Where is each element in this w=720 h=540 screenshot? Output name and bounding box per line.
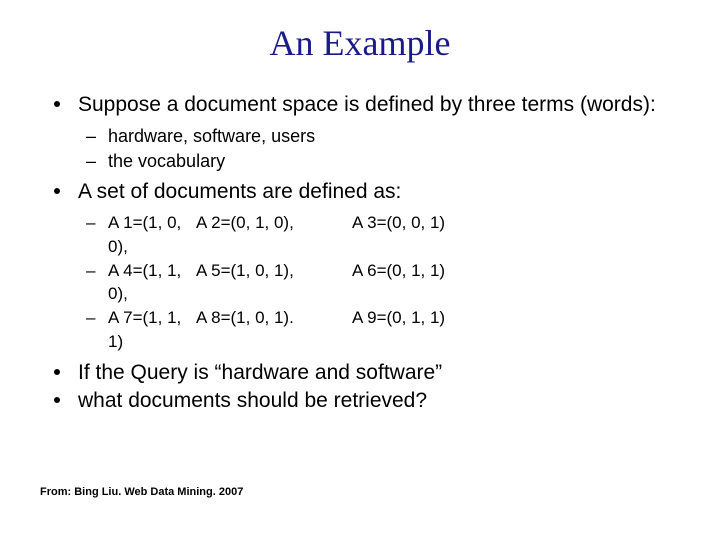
sub-1-1: – hardware, software, users [40, 124, 680, 148]
doc-cell-r1c2: A 2=(0, 1, 0), [196, 211, 346, 259]
bullet-icon [54, 188, 60, 194]
sub-1-1-text: hardware, software, users [108, 126, 315, 146]
sub-1-2-text: the vocabulary [108, 151, 225, 171]
dash-icon: – [86, 124, 96, 148]
bullet-2-text: A set of documents are defined as: [78, 180, 401, 203]
doc-cell-r3c1: – A 7=(1, 1, 1) [40, 306, 190, 354]
doc-cell-r3c3: A 9=(0, 1, 1) [352, 306, 502, 354]
bullet-4: what documents should be retrieved? [40, 388, 680, 414]
bullet-1-sublist: – hardware, software, users – the vocabu… [40, 124, 680, 173]
dash-icon: – [86, 211, 95, 235]
bullet-1-text: Suppose a document space is defined by t… [78, 93, 656, 116]
doc-cell-r1c1: – A 1=(1, 0, 0), [40, 211, 190, 259]
dash-icon: – [86, 149, 96, 173]
dash-icon: – [86, 259, 95, 283]
slide-title: An Example [40, 22, 680, 64]
document-grid: – A 1=(1, 0, 0), A 2=(0, 1, 0), A 3=(0, … [40, 211, 680, 354]
bullet-icon [54, 101, 60, 107]
bullet-3: If the Query is “hardware and software” [40, 360, 680, 386]
dash-icon: – [86, 306, 95, 330]
content-list: Suppose a document space is defined by t… [40, 92, 680, 414]
bullet-2: A set of documents are defined as: [40, 179, 680, 205]
doc-cell-r1c3: A 3=(0, 0, 1) [352, 211, 502, 259]
doc-cell-r2c2: A 5=(1, 0, 1), [196, 259, 346, 307]
attribution-text: From: Bing Liu. Web Data Mining. 2007 [40, 486, 243, 498]
bullet-icon [54, 369, 60, 375]
bullet-1: Suppose a document space is defined by t… [40, 92, 680, 118]
doc-cell-r2c3: A 6=(0, 1, 1) [352, 259, 502, 307]
bullet-3-text: If the Query is “hardware and software” [78, 361, 442, 384]
doc-cell-r2c1: – A 4=(1, 1, 0), [40, 259, 190, 307]
bullet-4-text: what documents should be retrieved? [78, 389, 427, 412]
doc-cell-r3c2: A 8=(1, 0, 1). [196, 306, 346, 354]
bullet-icon [54, 397, 60, 403]
sub-1-2: – the vocabulary [40, 149, 680, 173]
